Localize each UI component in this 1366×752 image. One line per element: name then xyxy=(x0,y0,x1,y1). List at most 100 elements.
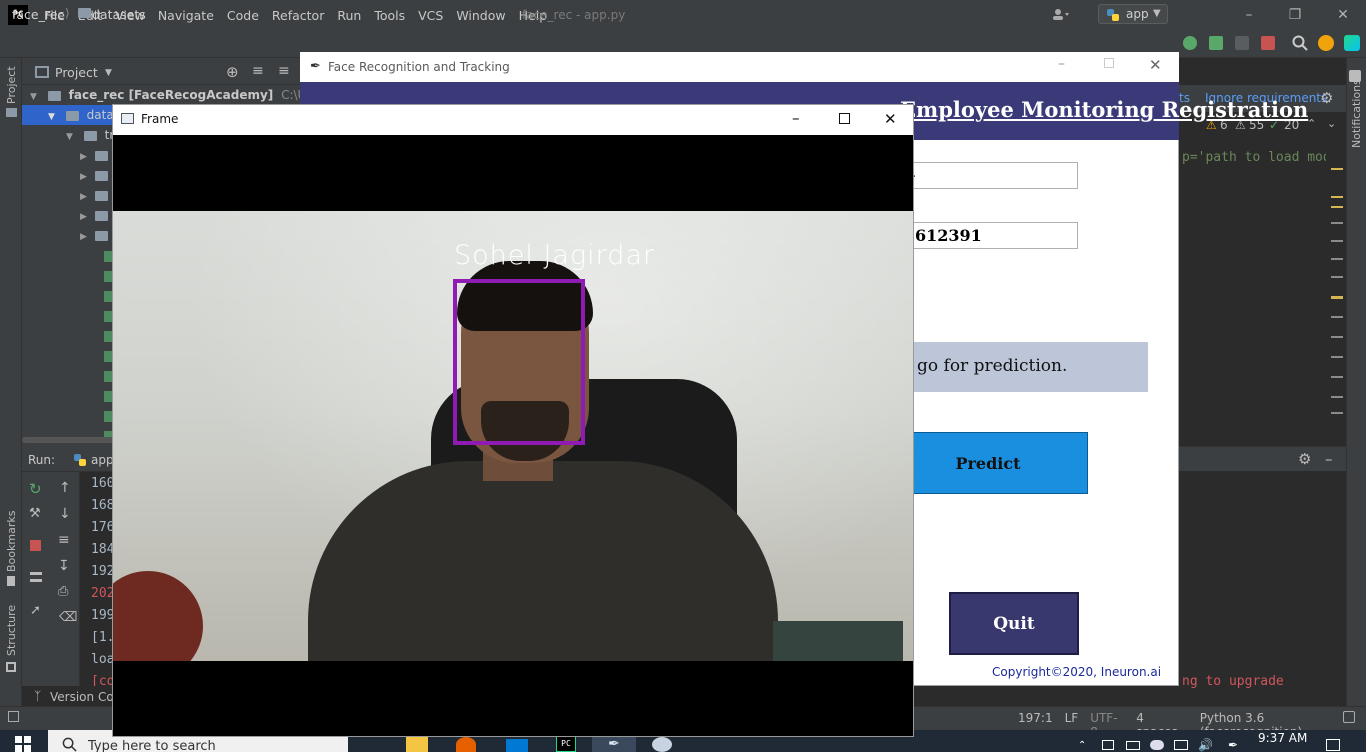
tray-volume-icon[interactable]: 🔊 xyxy=(1198,738,1213,752)
update-icon[interactable] xyxy=(1318,35,1334,51)
expand-all-icon[interactable]: ≡ xyxy=(252,63,264,79)
stripe-mark[interactable] xyxy=(1331,240,1343,242)
run-tab-app[interactable]: app xyxy=(91,453,114,467)
user-icon[interactable] xyxy=(1052,8,1070,20)
collapse-all-icon[interactable]: ≡ xyxy=(278,63,290,79)
frame-maximize-icon[interactable] xyxy=(839,113,850,124)
soft-wrap-icon[interactable]: ≡ xyxy=(58,532,70,548)
stripe-mark[interactable] xyxy=(1331,258,1343,260)
menu-navigate[interactable]: Navigate xyxy=(158,8,214,23)
stripe-mark[interactable] xyxy=(1331,276,1343,278)
windows-start-icon[interactable] xyxy=(15,736,31,752)
structure-side-tab[interactable]: Structure xyxy=(5,605,18,656)
stripe-mark[interactable] xyxy=(1331,296,1343,299)
project-dropdown-chevron-icon[interactable]: ▼ xyxy=(105,68,112,78)
breadcrumb-project[interactable]: face_rec xyxy=(12,7,64,22)
tree-row[interactable]: ▶ xyxy=(80,185,112,205)
search-icon xyxy=(62,737,77,752)
project-panel-title[interactable]: Project xyxy=(55,65,98,80)
firefox-icon[interactable] xyxy=(456,737,476,752)
mail-icon[interactable] xyxy=(506,739,528,752)
stripe-mark[interactable] xyxy=(1331,412,1343,414)
wrench-icon[interactable]: ⚒ xyxy=(29,506,41,521)
tree-root-row[interactable]: ▼ face_rec [FaceRecogAcademy] C:\Users\S… xyxy=(22,85,350,105)
menu-refactor[interactable]: Refactor xyxy=(272,8,324,23)
trash-icon[interactable]: ⌫ xyxy=(59,610,77,625)
menu-vcs[interactable]: VCS xyxy=(418,8,443,23)
stripe-mark[interactable] xyxy=(1331,336,1343,338)
ide-minimize-icon[interactable]: – xyxy=(1226,0,1272,30)
jetbrains-toolbox-icon[interactable] xyxy=(1344,35,1360,51)
next-highlight-icon[interactable]: ⌄ xyxy=(1327,117,1336,130)
ide-close-icon[interactable]: ✕ xyxy=(1320,0,1366,30)
stop-icon[interactable] xyxy=(1261,36,1275,50)
editor-area[interactable] xyxy=(1179,85,1346,425)
scroll-to-end-icon[interactable]: ↧ xyxy=(58,558,70,574)
stripe-mark[interactable] xyxy=(1331,356,1343,358)
file-explorer-icon[interactable] xyxy=(406,737,428,752)
bookmarks-side-tab[interactable]: Bookmarks xyxy=(5,511,18,572)
tray-pen-icon[interactable]: ✒ xyxy=(1228,738,1238,752)
version-control-tab[interactable]: Version Cor xyxy=(50,690,119,704)
breadcrumb-folder[interactable]: datasets xyxy=(92,7,146,22)
status-square-icon[interactable] xyxy=(8,711,19,722)
gear-icon[interactable]: ⚙ xyxy=(1320,89,1333,107)
prev-highlight-icon[interactable]: ⌃ xyxy=(1307,117,1316,130)
tk-minimize-icon[interactable]: – xyxy=(1058,56,1065,72)
taskbar-clock[interactable]: 9:37 AM xyxy=(1258,731,1307,745)
stripe-mark[interactable] xyxy=(1331,316,1343,318)
tray-network-icon[interactable] xyxy=(1174,740,1188,750)
tray-cloud-icon[interactable] xyxy=(1150,740,1164,750)
notifications-side-tab[interactable]: Notifications xyxy=(1350,79,1363,148)
project-side-tab[interactable]: Project xyxy=(5,66,18,104)
action-center-icon[interactable] xyxy=(1326,739,1340,751)
editor-error-stripe[interactable] xyxy=(1326,140,1346,425)
coverage-icon[interactable] xyxy=(1235,36,1249,50)
stop-icon[interactable] xyxy=(30,540,41,551)
print-icon[interactable]: ⎙ xyxy=(58,584,68,599)
tree-row[interactable]: ▶ xyxy=(80,145,112,165)
tk-close-icon[interactable]: ✕ xyxy=(1149,56,1162,74)
rerun-icon[interactable] xyxy=(1183,36,1197,50)
paint-taskbar-icon[interactable] xyxy=(652,737,672,752)
locate-icon[interactable]: ⊕ xyxy=(226,63,239,81)
rerun-icon[interactable]: ↻ xyxy=(29,480,42,498)
folder-icon xyxy=(94,230,108,241)
menu-run[interactable]: Run xyxy=(337,8,361,23)
stripe-mark[interactable] xyxy=(1331,376,1343,378)
stripe-mark[interactable] xyxy=(1331,206,1343,208)
debug-icon[interactable] xyxy=(1209,36,1223,50)
hide-panel-icon[interactable]: – xyxy=(1325,450,1333,468)
tray-camera-icon[interactable] xyxy=(1102,740,1114,750)
stripe-mark[interactable] xyxy=(1331,168,1343,170)
layout-icon[interactable] xyxy=(30,572,42,582)
tree-row[interactable]: ▶ xyxy=(80,165,112,185)
run-panel-right-header xyxy=(1179,447,1346,471)
gear-icon[interactable]: ⚙ xyxy=(1298,450,1311,468)
pin-icon[interactable]: ➚ xyxy=(30,603,41,618)
tk-maximize-icon[interactable] xyxy=(1104,58,1114,68)
run-panel-right-area[interactable] xyxy=(1179,446,1346,686)
frame-minimize-icon[interactable]: – xyxy=(792,109,800,127)
quit-button[interactable]: Quit xyxy=(949,592,1079,655)
stripe-mark[interactable] xyxy=(1331,396,1343,398)
menu-code[interactable]: Code xyxy=(227,8,259,23)
stripe-mark[interactable] xyxy=(1331,222,1343,224)
status-lock-icon[interactable] xyxy=(1343,711,1355,723)
code-line: p='path to load mode xyxy=(1182,150,1339,165)
tree-row[interactable]: ▶ xyxy=(80,225,112,245)
search-icon[interactable] xyxy=(1292,35,1308,51)
tk-name-entry[interactable] xyxy=(900,162,1078,189)
ide-restore-icon[interactable]: ❐ xyxy=(1272,0,1318,30)
tray-chevron-icon[interactable]: ⌃ xyxy=(1078,740,1086,751)
frame-close-icon[interactable]: ✕ xyxy=(884,110,897,128)
tray-battery-icon[interactable] xyxy=(1126,741,1140,750)
tree-row[interactable]: ▶ xyxy=(80,205,112,225)
menu-tools[interactable]: Tools xyxy=(374,8,405,23)
stripe-mark[interactable] xyxy=(1331,196,1343,198)
arrow-up-icon[interactable]: ↑ xyxy=(59,480,71,496)
arrow-down-icon[interactable]: ↓ xyxy=(59,506,71,522)
menu-window[interactable]: Window xyxy=(456,8,505,23)
pycharm-taskbar-icon[interactable]: PC xyxy=(556,736,576,752)
predict-button[interactable]: Predict xyxy=(900,432,1088,494)
